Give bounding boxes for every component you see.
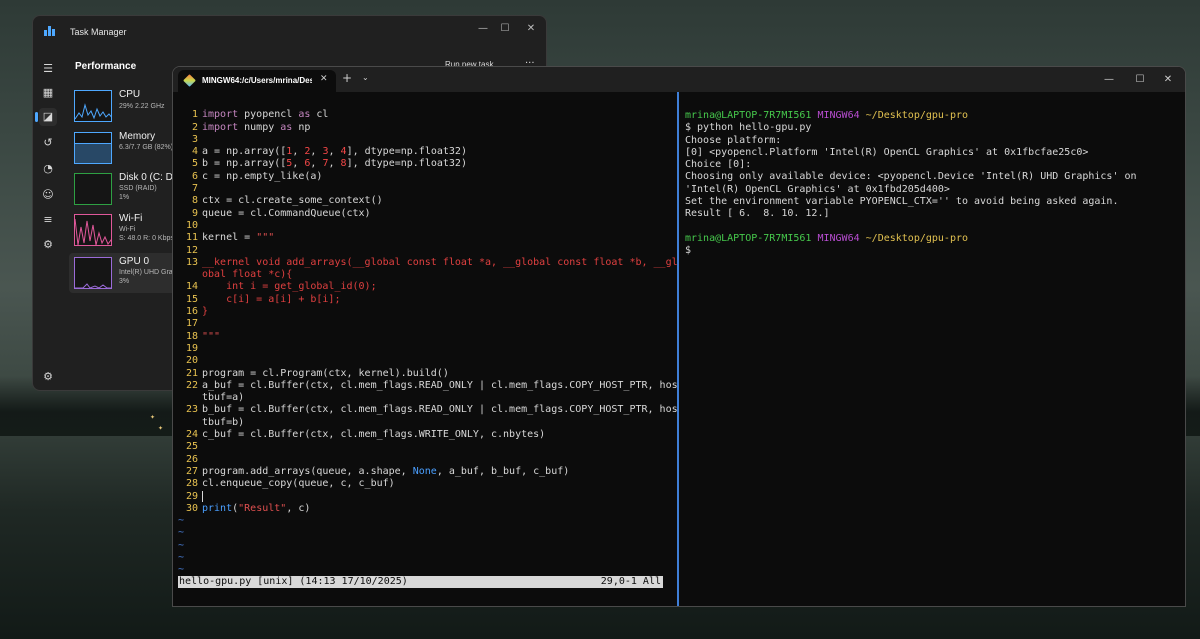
- startup-apps-icon[interactable]: ◔: [39, 160, 57, 178]
- prompt-user: mrina@LAPTOP-7R7MI561: [685, 232, 812, 244]
- terminal-window: MINGW64:/c/Users/mrina/Desktop/gpu-pro ✕…: [172, 66, 1186, 607]
- perf-item-name: CPU: [119, 89, 141, 100]
- vim-status-bar: hello-gpu.py [unix] (14:13 17/10/2025) 2…: [178, 576, 663, 588]
- app-history-icon[interactable]: ↺: [39, 134, 57, 152]
- cpu-graph-line: [75, 103, 111, 120]
- menu-icon[interactable]: ☰: [39, 60, 57, 78]
- memory-graph: [74, 132, 112, 164]
- star-icon: ✦: [150, 414, 156, 421]
- users-icon[interactable]: ☺: [39, 186, 57, 204]
- status-cursor-position: 29,0-1 All: [600, 576, 661, 587]
- prompt-host: MINGW64: [817, 232, 860, 244]
- window-title: Task Manager: [70, 27, 127, 37]
- gpu-graph: [74, 257, 112, 289]
- perf-item-name: Memory: [119, 131, 156, 142]
- text-cursor: [202, 490, 203, 502]
- disk-graph: [74, 173, 112, 205]
- chevron-down-icon[interactable]: ⌄: [362, 73, 369, 82]
- maximize-button[interactable]: ☐: [495, 21, 515, 37]
- close-button[interactable]: ✕: [521, 21, 541, 37]
- star-icon: ✦: [158, 425, 164, 432]
- output-line: Result [ 6. 8. 10. 12.]: [685, 208, 830, 220]
- cpu-graph: [74, 90, 112, 122]
- terminal-title-bar: MINGW64:/c/Users/mrina/Desktop/gpu-pro ✕…: [173, 67, 1185, 92]
- bash-pane[interactable]: mrina@LAPTOP-7R7MI561 MINGW64 ~/Desktop/…: [685, 110, 1180, 258]
- perf-item-name: GPU 0: [119, 256, 150, 267]
- services-icon[interactable]: ⚙: [39, 236, 57, 254]
- output-line: Set the environment variable PYOPENCL_CT…: [685, 196, 1119, 208]
- perf-item-name: Wi-Fi: [119, 213, 143, 224]
- processes-icon[interactable]: ▦: [39, 84, 57, 102]
- perf-item-sub2: 1%: [119, 194, 130, 201]
- close-button[interactable]: ✕: [1158, 72, 1178, 88]
- settings-icon[interactable]: ⚙: [39, 368, 57, 386]
- perf-item-sub2: S: 48.0 R: 0 Kbps: [119, 235, 174, 242]
- tab-title: MINGW64:/c/Users/mrina/Desktop/gpu-pro: [202, 76, 312, 85]
- gpu-graph-line: [75, 283, 111, 288]
- wifi-graph: [74, 214, 112, 246]
- output-line: [0] <pyopencl.Platform 'Intel(R) OpenCL …: [685, 146, 1089, 158]
- perf-item-sub: Wi-Fi: [119, 226, 136, 233]
- git-bash-icon: [183, 74, 196, 87]
- details-icon[interactable]: ≡: [39, 211, 57, 229]
- title-bar: Task Manager — ☐ ✕: [33, 16, 546, 50]
- minimize-button[interactable]: —: [473, 21, 493, 37]
- perf-item-sub: 29% 2.22 GHz: [119, 103, 165, 110]
- vim-editor-pane[interactable]: 1 import pyopencl as cl 2 import numpy as n…: [178, 97, 678, 601]
- tab-close-icon[interactable]: ✕: [320, 74, 328, 84]
- maximize-button[interactable]: ☐: [1130, 72, 1150, 88]
- perf-item-sub2: 3%: [119, 278, 130, 285]
- prompt-path: ~/Desktop/gpu-pro: [865, 232, 969, 244]
- new-tab-button[interactable]: +: [342, 71, 352, 85]
- wifi-graph-line: [75, 218, 111, 245]
- status-file-info: hello-gpu.py [unix] (14:13 17/10/2025): [179, 576, 408, 587]
- prompt-path: ~/Desktop/gpu-pro: [865, 110, 969, 121]
- prompt-host: MINGW64: [817, 110, 860, 121]
- command-prompt[interactable]: $: [685, 245, 1180, 257]
- terminal-tab[interactable]: MINGW64:/c/Users/mrina/Desktop/gpu-pro ✕: [178, 70, 336, 92]
- minimize-button[interactable]: —: [1099, 72, 1119, 88]
- prompt-line: mrina@LAPTOP-7R7MI561 MINGW64 ~/Desktop/…: [685, 110, 1180, 122]
- performance-icon[interactable]: ◪: [35, 108, 57, 126]
- task-manager-icon: [44, 26, 56, 36]
- prompt-line: mrina@LAPTOP-7R7MI561 MINGW64 ~/Desktop/…: [685, 233, 1180, 245]
- page-title: Performance: [75, 61, 137, 72]
- prompt-user: mrina@LAPTOP-7R7MI561: [685, 110, 812, 121]
- output-line: Choice [0]:: [685, 159, 752, 171]
- output-line: Choosing only available device: <pyopenc…: [685, 171, 1143, 195]
- output-line: Choose platform:: [685, 134, 782, 146]
- pane-divider[interactable]: [677, 92, 679, 606]
- command-line: $ python hello-gpu.py: [685, 122, 812, 134]
- perf-item-sub: SSD (RAID): [119, 185, 157, 192]
- perf-item-name: Disk 0 (C: D:): [119, 172, 179, 183]
- perf-item-sub: 6.3/7.7 GB (82%): [119, 144, 174, 151]
